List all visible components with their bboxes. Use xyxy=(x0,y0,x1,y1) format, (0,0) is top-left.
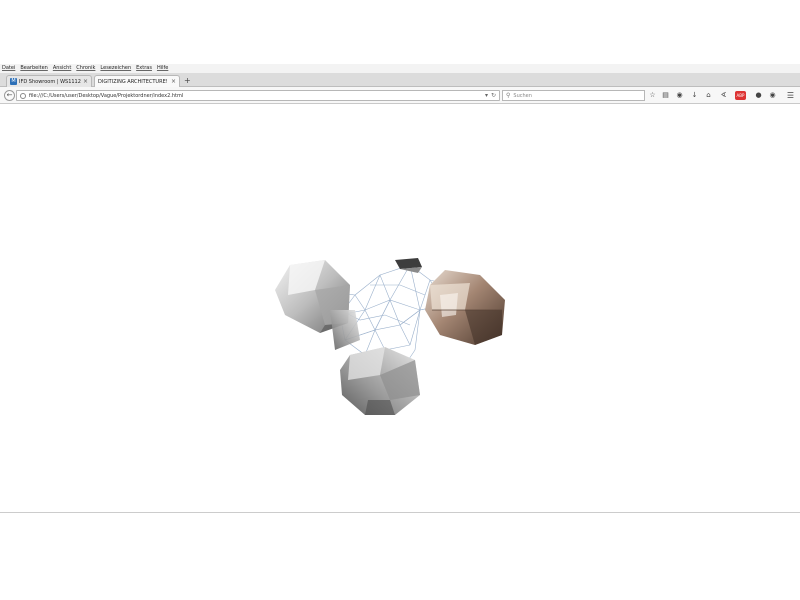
menu-datei[interactable]: Datei xyxy=(2,64,15,73)
navigation-bar: ← file:///C:/Users/user/Desktop/Vague/Pr… xyxy=(0,87,800,104)
grey-polyhedron-bottom xyxy=(340,347,420,415)
3d-architecture-viewer[interactable] xyxy=(270,255,515,445)
reload-icon[interactable]: ↻ xyxy=(491,92,496,99)
extension-icon[interactable]: ● xyxy=(754,91,763,100)
hamburger-menu-icon[interactable]: ☰ xyxy=(786,91,795,100)
dark-polyhedron-top xyxy=(395,258,422,273)
adblock-icon[interactable]: ABP xyxy=(735,91,746,100)
clipboard-icon[interactable]: ▤ xyxy=(661,91,670,100)
close-icon[interactable]: × xyxy=(83,78,88,85)
tab-ifd-showroom[interactable]: M IFD Showroom | WS1112 | Wie ... × xyxy=(6,75,92,87)
pocket-icon[interactable]: ◉ xyxy=(675,91,684,100)
menu-lesezeichen[interactable]: Lesezeichen xyxy=(100,64,131,73)
close-icon[interactable]: × xyxy=(171,78,176,85)
home-icon[interactable]: ⌂ xyxy=(704,91,713,100)
tab-title: IFD Showroom | WS1112 | Wie ... xyxy=(19,78,81,85)
brown-polyhedron-right xyxy=(425,270,505,345)
search-icon: ⚲ xyxy=(506,92,511,99)
new-tab-button[interactable]: + xyxy=(184,76,191,86)
menu-bar: Datei Bearbeiten Ansicht Chronik Lesezei… xyxy=(0,64,800,73)
url-text: file:///C:/Users/user/Desktop/Vague/Proj… xyxy=(29,92,184,99)
menu-bearbeiten[interactable]: Bearbeiten xyxy=(20,64,47,73)
dropdown-arrow-icon[interactable]: ▾ xyxy=(485,92,488,99)
page-content xyxy=(0,105,800,513)
search-placeholder: Suchen xyxy=(513,92,532,99)
back-button[interactable]: ← xyxy=(4,90,15,101)
tab-digitizing-architecture[interactable]: DIGITIZING ARCHITECTURE! × xyxy=(94,75,180,87)
menu-hilfe[interactable]: Hilfe xyxy=(157,64,168,73)
back-arrow-icon: ← xyxy=(6,91,13,99)
globe-icon xyxy=(20,92,26,99)
download-icon[interactable]: ↓ xyxy=(690,91,699,100)
favicon-icon: M xyxy=(10,78,17,85)
url-bar[interactable]: file:///C:/Users/user/Desktop/Vague/Proj… xyxy=(16,90,500,101)
star-icon[interactable]: ☆ xyxy=(648,91,657,100)
extension-icon[interactable]: ◉ xyxy=(768,91,777,100)
search-bar[interactable]: ⚲ Suchen xyxy=(502,90,645,101)
menu-chronik[interactable]: Chronik xyxy=(76,64,95,73)
menu-ansicht[interactable]: Ansicht xyxy=(53,64,71,73)
extension-icon[interactable]: ∢ xyxy=(719,91,728,100)
grey-polyhedron-left xyxy=(275,260,360,350)
tab-strip: M IFD Showroom | WS1112 | Wie ... × DIGI… xyxy=(0,73,800,87)
tab-title: DIGITIZING ARCHITECTURE! xyxy=(98,78,168,85)
menu-extras[interactable]: Extras xyxy=(136,64,152,73)
